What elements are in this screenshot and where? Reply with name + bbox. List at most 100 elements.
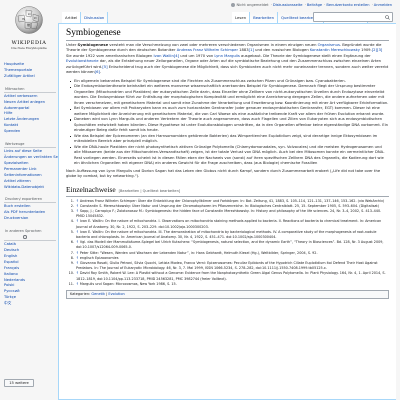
inline-link[interactable]: Andreas Franz Wilhelm Schimper bbox=[177, 48, 238, 52]
sprachen-heading-text: In anderen Sprachen bbox=[5, 229, 42, 234]
reference-number: 5. bbox=[70, 229, 74, 234]
backlink-arrow-icon[interactable]: ↑ bbox=[76, 261, 79, 265]
backlink-arrow-icon[interactable]: ↑ bbox=[76, 230, 79, 234]
sidebar-item-werkzeuge-1[interactable]: Änderungen an verlinkten Seiten bbox=[4, 155, 65, 161]
reference-number: 11. bbox=[68, 281, 74, 286]
bullet-item: Wie die DNA-haule Plastiden der nicht ph… bbox=[70, 145, 389, 167]
backlink-arrow-icon[interactable]: ↑ bbox=[76, 199, 79, 203]
backlink-arrow-icon[interactable]: ↑ bbox=[76, 282, 79, 286]
create-account-link[interactable]: Benutzerkonto erstellen bbox=[326, 3, 369, 7]
closing-paragraph: Nach Auffassung von Lynn Margulis und Do… bbox=[66, 168, 381, 179]
inline-link[interactable]: [2][3] bbox=[372, 48, 383, 52]
sidebar-navigation: Hauptseite Themenportale Zufälliger Artike… bbox=[4, 60, 56, 80]
article-body: Unter Symbiogenese versteht man die Vers… bbox=[66, 43, 389, 180]
reference-item: 6. ↑Vgl. das Modell der Mammutbäume-Spieg… bbox=[66, 240, 389, 250]
text-run: ausgebaut. Die Theorie der Symbiogenese … bbox=[239, 53, 371, 58]
references-heading: Einzelnachweise [Bearbeiten | Quelltext b… bbox=[66, 185, 389, 197]
wikipedia-logo[interactable]: W Ω И 維 WIKIPEDIA Die freie Enzyklopädie bbox=[4, 5, 54, 50]
references-list: 1. ↑Andreas Franz Wilhelm Schimper: Über … bbox=[66, 199, 389, 287]
reference-item: 3. ↑Sapp, J.; Carrapiço F.; Zolotonosov M… bbox=[66, 209, 389, 219]
reference-text: Peter Sitte: “Wesen, Werden und Wachsen … bbox=[79, 250, 318, 255]
reference-number: 9. bbox=[70, 261, 74, 266]
sidebar-item-werkzeuge-6[interactable]: Wikidata-Datenobjekt bbox=[4, 185, 56, 191]
backlink-arrow-icon[interactable]: ↑ bbox=[76, 209, 79, 213]
reference-text: Margulis und Sagan: Microcosmos, New Yor… bbox=[79, 281, 177, 286]
wikipedia-globe-icon: W Ω И 維 bbox=[15, 6, 43, 34]
bullet-item: Wie das Beispiel der Epicenomeren (an de… bbox=[70, 134, 389, 145]
reference-text: Giovanna Rosati, Giulio Petroni, Silvia … bbox=[76, 261, 378, 271]
sidebar-heading-sprachen: In anderen Sprachen bbox=[4, 228, 56, 242]
text-run: Sie wurde 1922 vom amerikanischen Biolog… bbox=[66, 53, 154, 58]
article-content: Symbiogenese Unter Symbiogenese versteht… bbox=[58, 23, 396, 400]
sidebar-item-mitmachen-6[interactable]: Spenden bbox=[4, 129, 56, 135]
tab-right-0[interactable]: Lesen bbox=[232, 12, 251, 23]
tab-left-0[interactable]: Artikel bbox=[62, 12, 82, 23]
sidebar-heading-werkzeuge: Werkzeuge bbox=[4, 141, 56, 149]
reference-number: 6. bbox=[70, 240, 74, 245]
reference-item: 4. ↑Ivan E. Wallin: On the nature of mito… bbox=[66, 219, 389, 229]
section-edit-link[interactable]: [Bearbeiten | Quelltext bearbeiten] bbox=[119, 189, 181, 193]
bullet-list: Ein allgemein bekanntes Beispiel für Sym… bbox=[70, 79, 389, 167]
text-run: . bbox=[99, 70, 102, 75]
tab-right-1[interactable]: Bearbeiten bbox=[250, 12, 278, 23]
text-run: versteht man die Verschmelzung von zwei … bbox=[108, 43, 318, 47]
language-settings-icon[interactable] bbox=[23, 235, 27, 239]
more-languages-button[interactable]: 15 weitere bbox=[4, 379, 34, 387]
sidebar-item-drucken-2[interactable]: Druckversion bbox=[4, 216, 56, 222]
sidebar-item-sprachen-10[interactable]: 中文 bbox=[4, 301, 56, 307]
reference-text: David Roy Smith, Robert W. Lee: A Plasti… bbox=[76, 271, 386, 281]
sidebar-item-nav-2[interactable]: Zufälliger Artikel bbox=[4, 74, 56, 80]
text-run: 1909. bbox=[359, 48, 372, 53]
backlink-arrow-icon[interactable]: ↑ bbox=[76, 251, 79, 255]
categories-label: Kategorien: bbox=[70, 292, 91, 297]
reference-text: Andreas Franz Wilhelm Schimper: Über die… bbox=[79, 198, 385, 203]
inline-link[interactable]: Lynn Margulis bbox=[214, 54, 240, 58]
text-run: und um 1970 von bbox=[179, 53, 215, 58]
sidebar-heading-mitmachen: Mitmachen bbox=[4, 86, 56, 93]
backlink-arrow-icon[interactable]: ↑ bbox=[76, 256, 79, 260]
intro-paragraph: Unter Symbiogenese versteht man die Vers… bbox=[66, 43, 389, 76]
login-link[interactable]: Anmelden bbox=[374, 3, 392, 7]
sidebar-werkzeuge: Werkzeuge Links auf diese Seite Änderunge… bbox=[4, 139, 65, 191]
backlink-arrow-icon[interactable]: ↑ bbox=[76, 271, 79, 275]
reference-item: 10. ↑David Roy Smith, Robert W. Lee: A Pl… bbox=[66, 271, 389, 281]
not-logged-in-text: Nicht angemeldet bbox=[236, 3, 269, 7]
bullet-item: Bei Symbiosen vor allem mit Prokaryoten … bbox=[70, 106, 389, 117]
reference-item: 9. ↑Giovanna Rosati, Giulio Petroni, Silv… bbox=[66, 261, 389, 271]
talk-link[interactable]: Diskussionsseite bbox=[273, 3, 303, 7]
inline-link[interactable]: Organismus bbox=[318, 43, 340, 47]
text-run: und den russischen Biologen bbox=[253, 48, 310, 53]
inline-link[interactable]: Evolutionstheorie bbox=[66, 59, 99, 63]
page-title: Symbiogenese bbox=[66, 28, 389, 41]
bullet-item: Daneben wird von Lynn Margulis und ander… bbox=[70, 117, 389, 133]
search-box bbox=[313, 12, 393, 31]
personal-tools: Nicht angemeldet ·Diskussionsseite ·Beit… bbox=[231, 3, 392, 7]
text-run: Unter bbox=[66, 43, 78, 47]
logo-tagline: Die freie Enzyklopädie bbox=[11, 46, 47, 50]
backlink-arrow-icon[interactable]: ↑ bbox=[76, 219, 79, 223]
reference-text: englisch Epizoonomies bbox=[79, 255, 119, 260]
reference-text: Constantin S. Mereschkowsky: Über Natur … bbox=[79, 203, 380, 208]
search-icon[interactable] bbox=[385, 15, 390, 20]
reference-number: 4. bbox=[70, 219, 74, 224]
user-icon bbox=[231, 3, 236, 7]
svg-text:維: 維 bbox=[27, 22, 30, 27]
reference-number: 3. bbox=[70, 209, 74, 214]
sidebar-mitmachen: Mitmachen Artikel verbessern Neuen Artike… bbox=[4, 84, 56, 135]
sidebar: Hauptseite Themenportale Zufälliger Artike… bbox=[4, 60, 65, 311]
references-heading-text: Einzelnachweise bbox=[66, 184, 116, 194]
reference-text: Ivan E. Wallin: On the nature of mitocho… bbox=[76, 229, 377, 240]
category-links: Kategorien: Genetik | Evolution bbox=[66, 290, 389, 300]
reference-text: Sapp, J.; Carrapiço F.; Zolotonosov M.: … bbox=[76, 209, 382, 219]
category-link[interactable]: Genetik bbox=[91, 292, 105, 296]
inline-link[interactable]: Ivan Wallin bbox=[154, 54, 174, 58]
contributions-link[interactable]: Beiträge bbox=[307, 3, 322, 7]
tab-left-1[interactable]: Diskussion bbox=[81, 12, 109, 23]
inline-link[interactable]: Konstantin Mereschkowsky bbox=[310, 48, 360, 52]
sidebar-drucken: Drucken/ exportieren Buch erstellen Als P… bbox=[4, 194, 56, 222]
category-link[interactable]: Evolution bbox=[108, 292, 124, 296]
reference-item: 5. ↑Ivan E. Wallin: On the nature of mito… bbox=[66, 230, 389, 240]
backlink-arrow-icon[interactable]: ↑ bbox=[76, 204, 79, 208]
backlink-arrow-icon[interactable]: ↑ bbox=[76, 240, 79, 244]
sidebar-sprachen: In anderen Sprachen Català Deutsch English… bbox=[4, 226, 56, 307]
